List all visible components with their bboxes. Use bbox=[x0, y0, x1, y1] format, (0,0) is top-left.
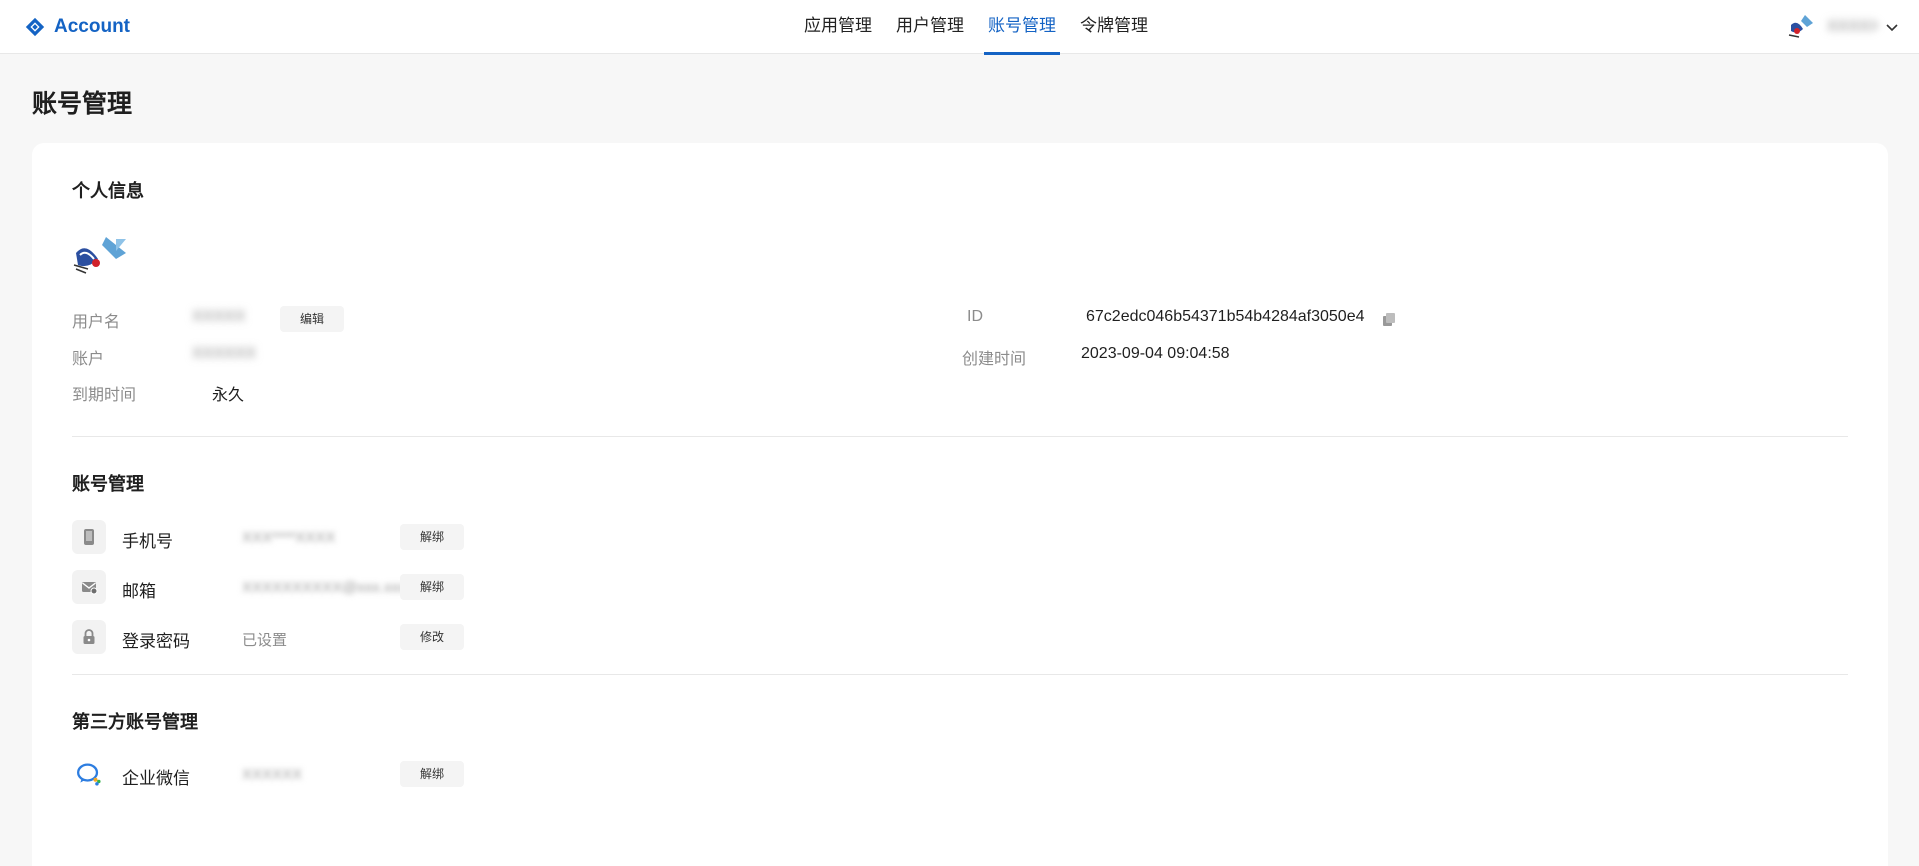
username-value: XXXXX bbox=[192, 308, 246, 325]
top-navigation-bar: Account 应用管理 用户管理 账号管理 令牌管理 XXXXX bbox=[0, 0, 1919, 55]
expire-label: 到期时间 bbox=[72, 387, 137, 404]
account-card: 个人信息 用户名 XXXXX 编辑 账户 XXXXXX 到期时间 永久 ID 6… bbox=[32, 143, 1888, 866]
edit-username-button[interactable]: 编辑 bbox=[280, 306, 345, 332]
id-value: 67c2edc046b54371b54b4284af3050e4 bbox=[1086, 308, 1365, 325]
phone-value: XXX****XXXX bbox=[242, 529, 336, 546]
username-label: 用户名 bbox=[72, 314, 121, 331]
wecom-label: 企业微信 bbox=[122, 769, 190, 788]
chevron-down-icon[interactable] bbox=[1885, 20, 1899, 34]
password-status: 已设置 bbox=[242, 632, 288, 649]
copy-icon[interactable] bbox=[1381, 312, 1397, 328]
user-avatar bbox=[1784, 10, 1818, 44]
nav-token-management[interactable]: 令牌管理 bbox=[1076, 0, 1152, 54]
change-password-button[interactable]: 修改 bbox=[400, 624, 465, 650]
wecom-icon bbox=[72, 757, 106, 791]
nav-user-management[interactable]: 用户管理 bbox=[892, 0, 968, 54]
profile-avatar[interactable] bbox=[72, 235, 132, 275]
section-title-account: 账号管理 bbox=[72, 474, 144, 494]
wecom-value: XXXXXX bbox=[242, 766, 303, 783]
lock-icon bbox=[72, 620, 106, 654]
nav-app-management[interactable]: 应用管理 bbox=[800, 0, 876, 54]
expire-value: 永久 bbox=[212, 387, 245, 404]
brand[interactable]: Account bbox=[24, 14, 130, 40]
account-label: 账户 bbox=[72, 351, 105, 368]
nav-account-management[interactable]: 账号管理 bbox=[984, 0, 1060, 55]
unbind-phone-button[interactable]: 解绑 bbox=[400, 524, 465, 550]
id-label: ID bbox=[967, 308, 983, 325]
unbind-wecom-button[interactable]: 解绑 bbox=[400, 761, 465, 787]
brand-name: Account bbox=[54, 16, 130, 37]
phone-icon bbox=[72, 520, 106, 554]
account-value: XXXXXX bbox=[192, 345, 257, 362]
email-value: XXXXXXXXXX@xxx.xxx bbox=[242, 579, 407, 596]
section-title-personal: 个人信息 bbox=[72, 181, 144, 201]
brand-logo-icon bbox=[25, 17, 45, 37]
section-title-third-party: 第三方账号管理 bbox=[72, 712, 198, 732]
user-name: XXXXX bbox=[1827, 18, 1877, 35]
created-value: 2023-09-04 09:04:58 bbox=[1081, 345, 1230, 362]
created-label: 创建时间 bbox=[962, 351, 1027, 368]
divider bbox=[72, 436, 1848, 437]
email-label: 邮箱 bbox=[122, 582, 156, 601]
page-title: 账号管理 bbox=[32, 90, 133, 118]
user-menu[interactable]: XXXXX bbox=[1783, 9, 1899, 45]
phone-label: 手机号 bbox=[122, 532, 173, 551]
password-label: 登录密码 bbox=[122, 632, 190, 651]
unbind-email-button[interactable]: 解绑 bbox=[400, 574, 465, 600]
divider bbox=[72, 674, 1848, 675]
mail-icon bbox=[72, 570, 106, 604]
main-nav: 应用管理 用户管理 账号管理 令牌管理 bbox=[792, 0, 1160, 55]
